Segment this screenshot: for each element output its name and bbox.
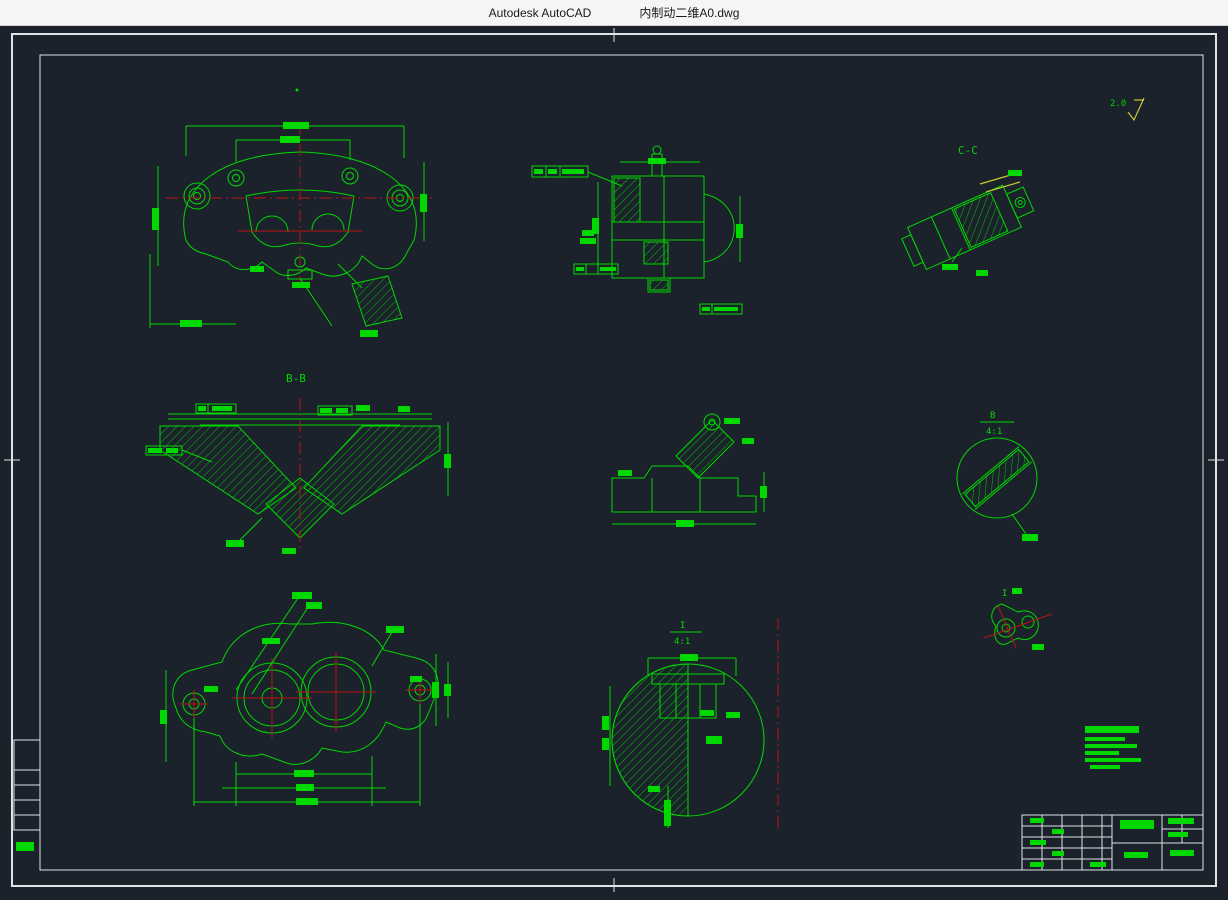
detail-b[interactable]: B 4:1 bbox=[957, 411, 1038, 541]
app-title: Autodesk AutoCAD bbox=[489, 6, 592, 20]
view-front[interactable] bbox=[150, 122, 432, 337]
drawing-sheet[interactable]: 2.0 bbox=[0, 26, 1228, 900]
detail-small[interactable]: I bbox=[984, 588, 1052, 650]
notes-block[interactable] bbox=[1085, 726, 1141, 769]
document-title: 内制动二维A0.dwg bbox=[639, 4, 739, 21]
title-block[interactable] bbox=[1022, 815, 1203, 870]
view-bottom[interactable] bbox=[160, 592, 451, 806]
detail-i[interactable]: I 4:1 bbox=[602, 618, 778, 832]
detail-small-tag: I bbox=[1002, 589, 1007, 599]
roughness-value: 2.0 bbox=[1110, 99, 1126, 109]
roughness-mark: 2.0 bbox=[1110, 98, 1144, 120]
window-titlebar[interactable]: Autodesk AutoCAD 内制动二维A0.dwg bbox=[0, 0, 1228, 26]
drawing-canvas[interactable]: 2.0 bbox=[0, 26, 1228, 900]
view-top-section[interactable] bbox=[532, 146, 743, 314]
section-bb-label: B-B bbox=[286, 372, 306, 385]
detail-b-scale: 4:1 bbox=[986, 427, 1002, 437]
view-section-cc[interactable]: C-C bbox=[898, 144, 1037, 276]
detail-b-name: B bbox=[990, 411, 995, 421]
revision-strip[interactable] bbox=[14, 740, 40, 851]
autocad-window: Autodesk AutoCAD 内制动二维A0.dwg bbox=[0, 0, 1228, 900]
detail-i-name: I bbox=[680, 621, 685, 631]
view-side-section[interactable] bbox=[612, 414, 767, 527]
view-section-bb[interactable]: B-B bbox=[146, 372, 451, 554]
detail-i-scale: 4:1 bbox=[674, 637, 690, 647]
section-cc-label: C-C bbox=[958, 144, 978, 157]
stray-point[interactable] bbox=[296, 89, 299, 92]
